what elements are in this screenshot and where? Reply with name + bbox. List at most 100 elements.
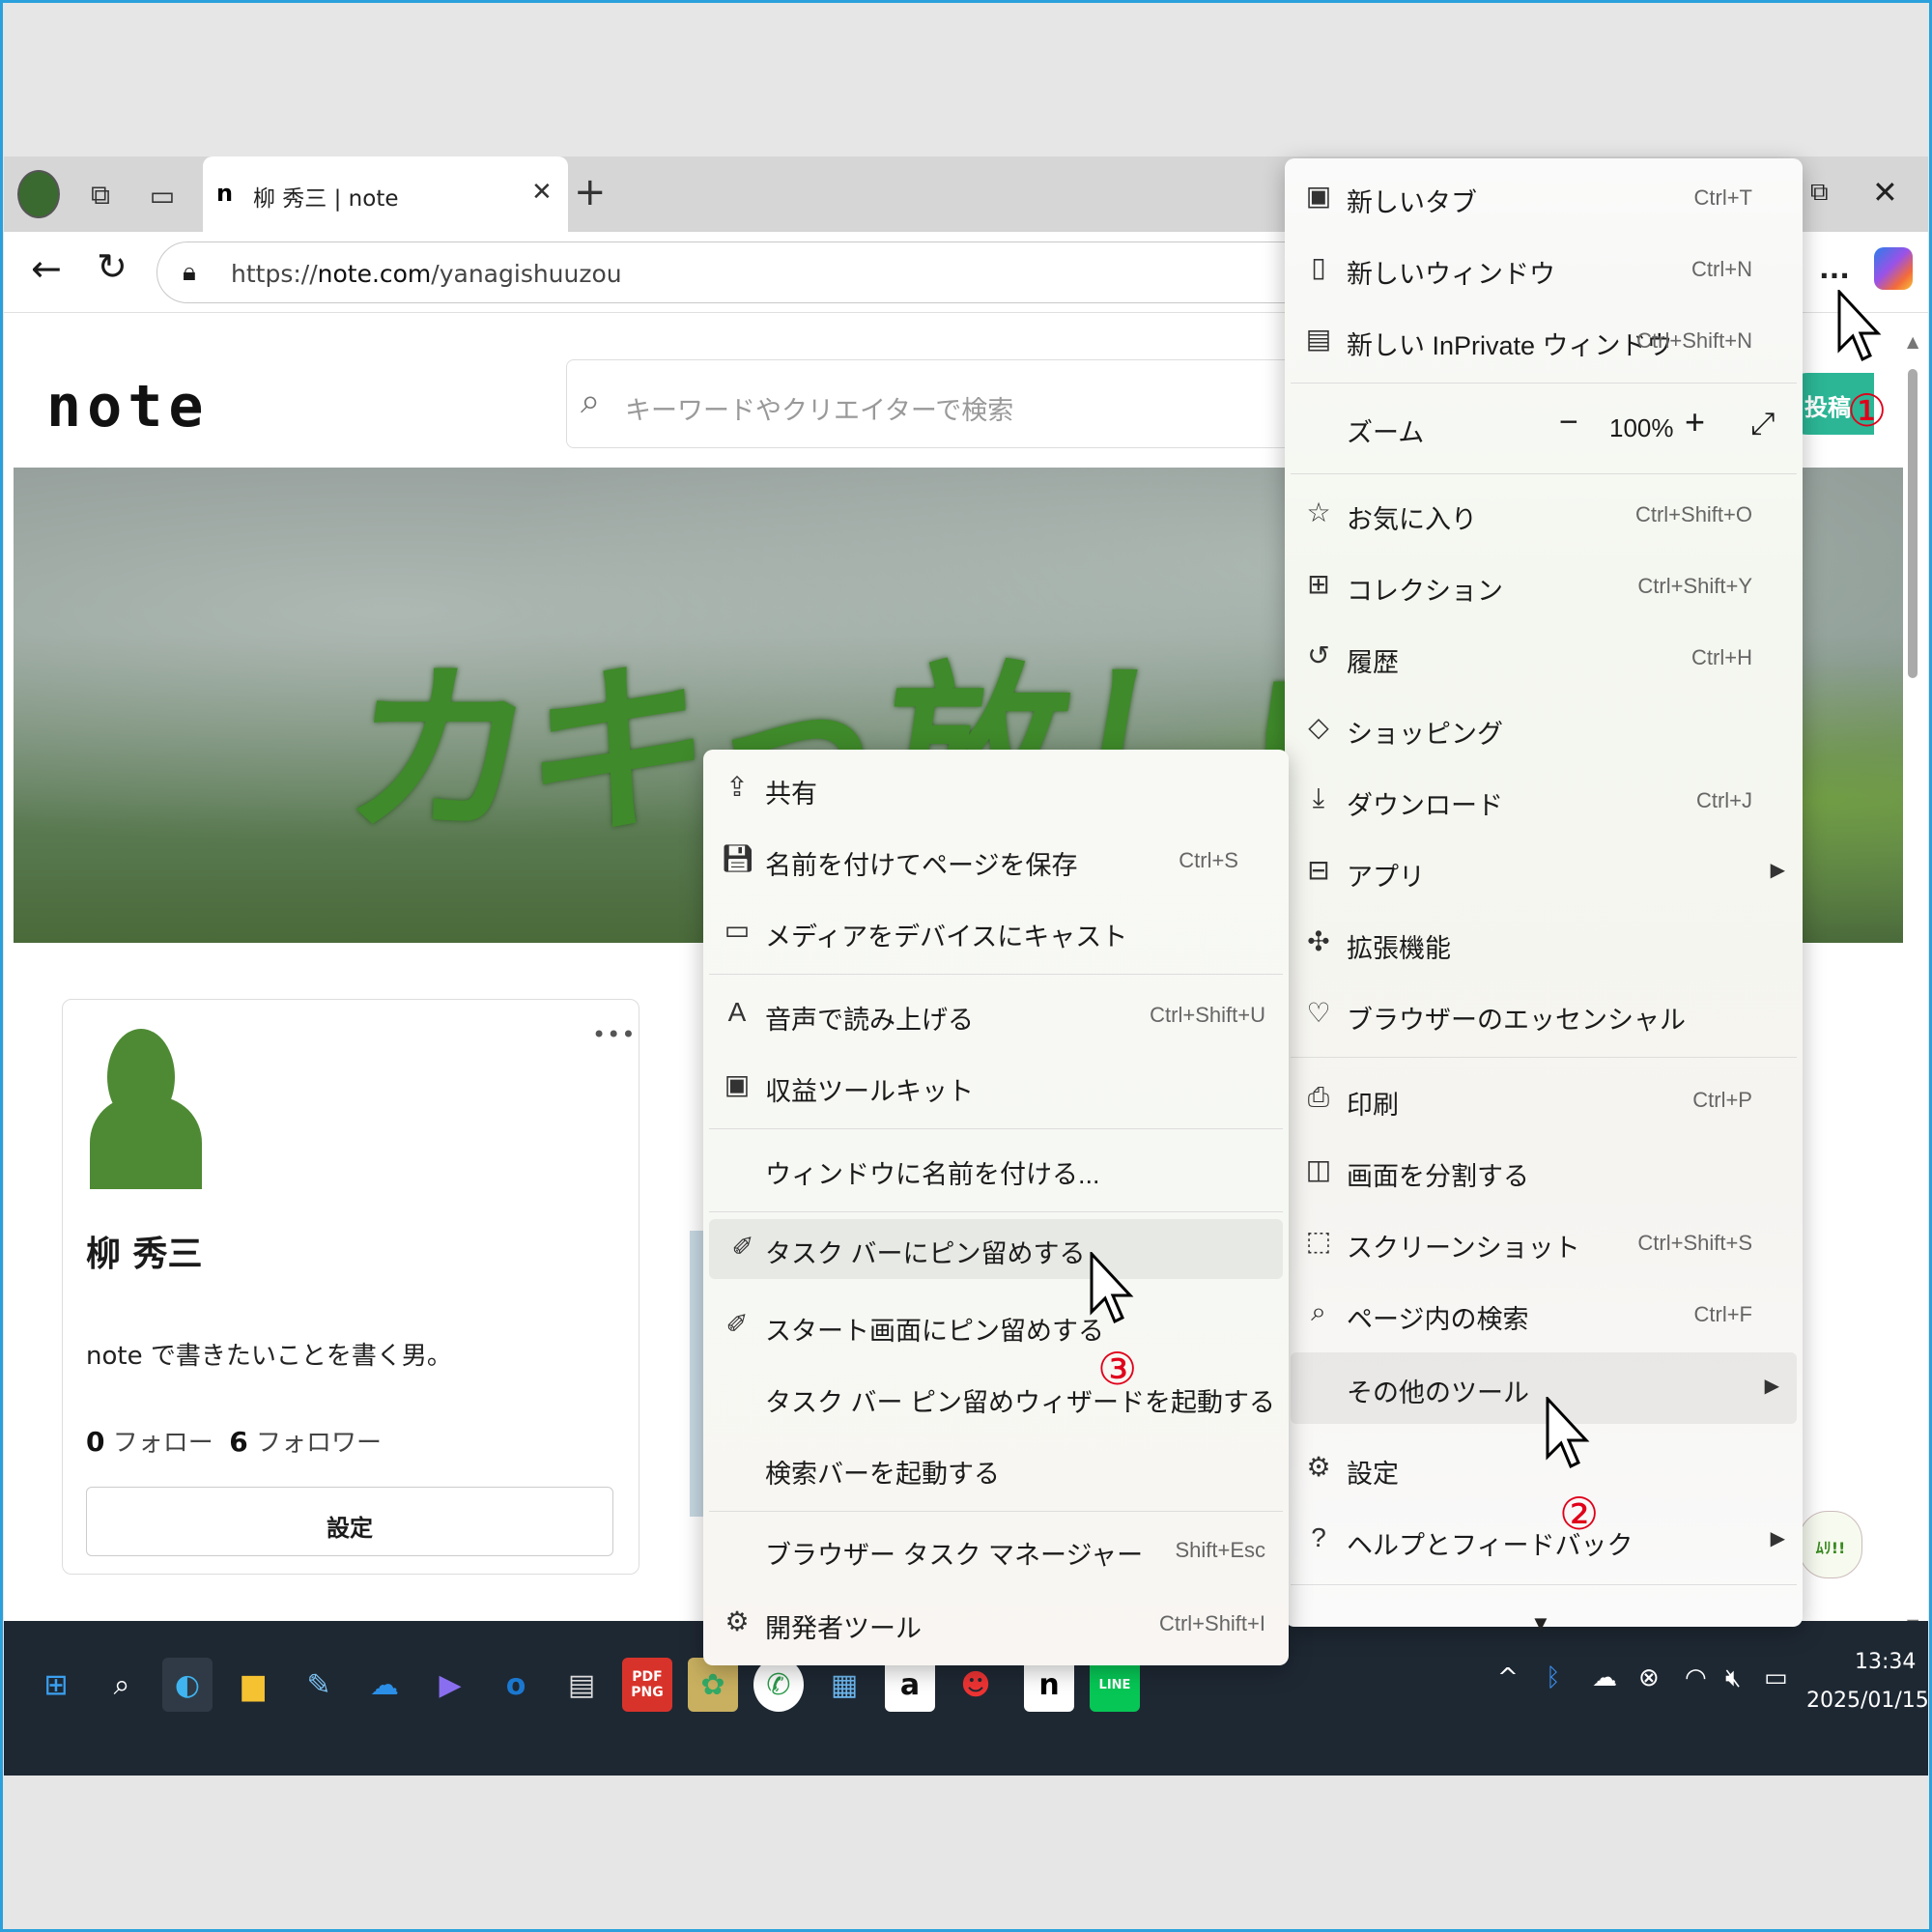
show-hidden-icons-icon[interactable]: ^ <box>1497 1663 1519 1692</box>
chevron-right-icon: ▶ <box>1770 860 1785 881</box>
menu-favorites[interactable]: ☆ お気に入り Ctrl+Shift+O <box>1285 479 1803 551</box>
tab-title: 柳 秀三 | note <box>253 186 399 212</box>
menu-save-page-as[interactable]: 💾︎ 名前を付けてページを保存 Ctrl+S <box>703 825 1289 896</box>
bluetooth-icon[interactable]: ᛒ <box>1546 1663 1561 1692</box>
profile-settings-button[interactable]: 設定 <box>86 1487 613 1556</box>
menu-history[interactable]: ↺ 履歴 Ctrl+H <box>1285 622 1803 694</box>
notepad-icon[interactable]: ▤ <box>556 1658 607 1712</box>
phone-app-icon[interactable]: ✆ <box>753 1658 804 1712</box>
menu-scroll-down-icon[interactable]: ▼ <box>1530 1611 1551 1636</box>
new-tab-button[interactable]: + <box>574 170 607 214</box>
menu-shopping[interactable]: ◇ ショッピング <box>1285 694 1803 765</box>
page-scrollbar[interactable]: ▲ ▼ <box>1903 330 1924 1776</box>
menu-settings[interactable]: ⚙ 設定 <box>1285 1434 1803 1505</box>
user-name[interactable]: 柳 秀三 <box>86 1226 203 1276</box>
window-close-icon[interactable]: ✕ <box>1872 174 1898 211</box>
collections-icon: ⊞ <box>1307 569 1330 599</box>
scroll-thumb[interactable] <box>1908 369 1918 678</box>
stamp-image: ﾑﾘ!! <box>1799 1511 1862 1578</box>
search-icon: ⌕ <box>581 382 601 421</box>
fullscreen-icon[interactable]: ⤢ <box>1750 406 1776 442</box>
follow-stats[interactable]: 0 フォロー 6 フォロワー <box>86 1423 382 1459</box>
menu-read-aloud[interactable]: A 音声で読み上げる Ctrl+Shift+U <box>703 980 1289 1051</box>
zoom-level: 100% <box>1609 413 1674 442</box>
amazon-icon[interactable]: a <box>885 1658 935 1712</box>
menu-extensions[interactable]: ✣ 拡張機能 <box>1285 908 1803 980</box>
profile-avatar-icon[interactable] <box>17 170 60 218</box>
clock-time[interactable]: 13:34 <box>1855 1650 1916 1674</box>
lock-icon[interactable]: 🔒︎ <box>183 258 196 288</box>
character-app-icon[interactable]: ☻ <box>951 1658 1001 1712</box>
menu-pin-to-taskbar[interactable]: ✐ タスク バーにピン留めする <box>709 1219 1283 1279</box>
refresh-icon[interactable]: ↻ <box>97 245 128 288</box>
menu-share[interactable]: ⇪ 共有 <box>703 753 1289 825</box>
tray-x-icon[interactable]: ⊗ <box>1638 1663 1660 1692</box>
devtools-icon: ⚙ <box>724 1606 750 1636</box>
menu-developer-tools[interactable]: ⚙ 開発者ツール Ctrl+Shift+I <box>703 1588 1289 1660</box>
copilot-icon[interactable] <box>1874 247 1913 290</box>
search-input[interactable]: ⌕ キーワードやクリエイターで検索 <box>566 359 1320 448</box>
menu-revenue-toolkit[interactable]: ▣ 収益ツールキット <box>703 1051 1289 1122</box>
save-icon: 💾︎ <box>721 843 755 873</box>
chevron-right-icon: ▶ <box>1764 1376 1779 1397</box>
menu-pin-to-start[interactable]: ✐ スタート画面にピン留めする <box>703 1291 1289 1362</box>
line-icon[interactable]: LINE <box>1090 1658 1140 1712</box>
file-explorer-icon[interactable]: ▆ <box>228 1658 278 1712</box>
vertical-tabs-icon[interactable]: ▭ <box>141 174 184 216</box>
menu-new-inprivate-window[interactable]: ▤ 新しい InPrivate ウィンドウ Ctrl+Shift+N <box>1285 305 1803 377</box>
menu-name-window[interactable]: ウィンドウに名前を付ける... <box>703 1134 1289 1206</box>
note-taskbar-icon[interactable]: n <box>1024 1658 1074 1712</box>
clipchamp-icon[interactable]: ▶ <box>425 1658 475 1712</box>
new-window-icon: ▯ <box>1311 252 1326 282</box>
menu-divider <box>1291 383 1797 384</box>
menu-screenshot[interactable]: ⬚ スクリーンショット Ctrl+Shift+S <box>1285 1208 1803 1279</box>
game-app-icon[interactable]: ✿ <box>688 1658 738 1712</box>
tab-active[interactable]: n 柳 秀三 | note ✕ <box>203 156 568 232</box>
menu-more-tools[interactable]: その他のツール ▶ <box>1291 1352 1797 1424</box>
url-input[interactable]: 🔒︎ https://note.com/yanagishuuzou <box>156 242 1316 303</box>
menu-split-screen[interactable]: ◫ 画面を分割する <box>1285 1136 1803 1208</box>
tab-close-icon[interactable]: ✕ <box>531 178 553 207</box>
menu-downloads[interactable]: ⤓ ダウンロード Ctrl+J <box>1285 765 1803 837</box>
find-icon: ⌕ <box>1311 1296 1326 1326</box>
menu-collections[interactable]: ⊞ コレクション Ctrl+Shift+Y <box>1285 551 1803 622</box>
search-taskbar-icon[interactable]: ⌕ <box>97 1658 147 1712</box>
back-arrow-icon[interactable]: ← <box>31 247 62 290</box>
card-more-icon[interactable]: ••• <box>592 1021 636 1048</box>
clock-date[interactable]: 2025/01/15 <box>1806 1689 1928 1713</box>
menu-help-feedback[interactable]: ? ヘルプとフィードバック ▶ <box>1285 1505 1803 1577</box>
menu-browser-essentials[interactable]: ♡ ブラウザーのエッセンシャル <box>1285 980 1803 1051</box>
volume-mute-icon[interactable]: 🔇︎ <box>1725 1663 1741 1693</box>
start-icon[interactable]: ⊞ <box>31 1658 81 1712</box>
edge-icon[interactable]: ◐ <box>162 1658 213 1712</box>
note-logo[interactable]: note <box>46 373 210 440</box>
pdf-png-icon[interactable]: PDF PNG <box>622 1658 672 1712</box>
control-panel-icon[interactable]: ▦ <box>819 1658 869 1712</box>
more-menu-button[interactable]: ... <box>1812 253 1857 292</box>
menu-cast-media[interactable]: ▭ メディアをデバイスにキャスト <box>703 896 1289 968</box>
window-restore-icon[interactable]: ⧉ <box>1810 178 1829 208</box>
menu-new-window[interactable]: ▯ 新しいウィンドウ Ctrl+N <box>1285 234 1803 305</box>
menu-apps[interactable]: ⊟ アプリ ▶ <box>1285 837 1803 908</box>
menu-find-on-page[interactable]: ⌕ ページ内の検索 Ctrl+F <box>1285 1279 1803 1350</box>
menu-launch-search-bar[interactable]: 検索バーを起動する <box>703 1434 1289 1505</box>
menu-browser-task-manager[interactable]: ブラウザー タスク マネージャー Shift+Esc <box>703 1515 1289 1586</box>
scroll-up-icon[interactable]: ▲ <box>1907 332 1918 351</box>
battery-icon[interactable]: ▭ <box>1764 1663 1788 1692</box>
avatar[interactable] <box>90 1029 202 1189</box>
paint-icon[interactable]: ✎ <box>294 1658 344 1712</box>
wifi-icon[interactable]: ◠ <box>1685 1663 1707 1692</box>
onedrive-icon[interactable]: ☁ <box>359 1658 410 1712</box>
menu-new-tab[interactable]: ▣ 新しいタブ Ctrl+T <box>1285 162 1803 234</box>
cloud-icon[interactable]: ☁ <box>1592 1663 1617 1692</box>
menu-launch-taskbar-pin-wizard[interactable]: タスク バー ピン留めウィザードを起動する <box>703 1362 1289 1434</box>
print-icon: ⎙ <box>1307 1082 1330 1112</box>
step-1-marker: ① <box>1847 384 1888 437</box>
zoom-in-button[interactable]: + <box>1685 402 1705 442</box>
menu-print[interactable]: ⎙ 印刷 Ctrl+P <box>1285 1065 1803 1136</box>
outlook-icon[interactable]: o <box>491 1658 541 1712</box>
zoom-out-button[interactable]: − <box>1559 404 1578 441</box>
menu-divider <box>1291 1057 1797 1058</box>
chevron-right-icon: ▶ <box>1770 1528 1785 1549</box>
workspaces-icon[interactable]: ⧉ <box>79 174 122 216</box>
